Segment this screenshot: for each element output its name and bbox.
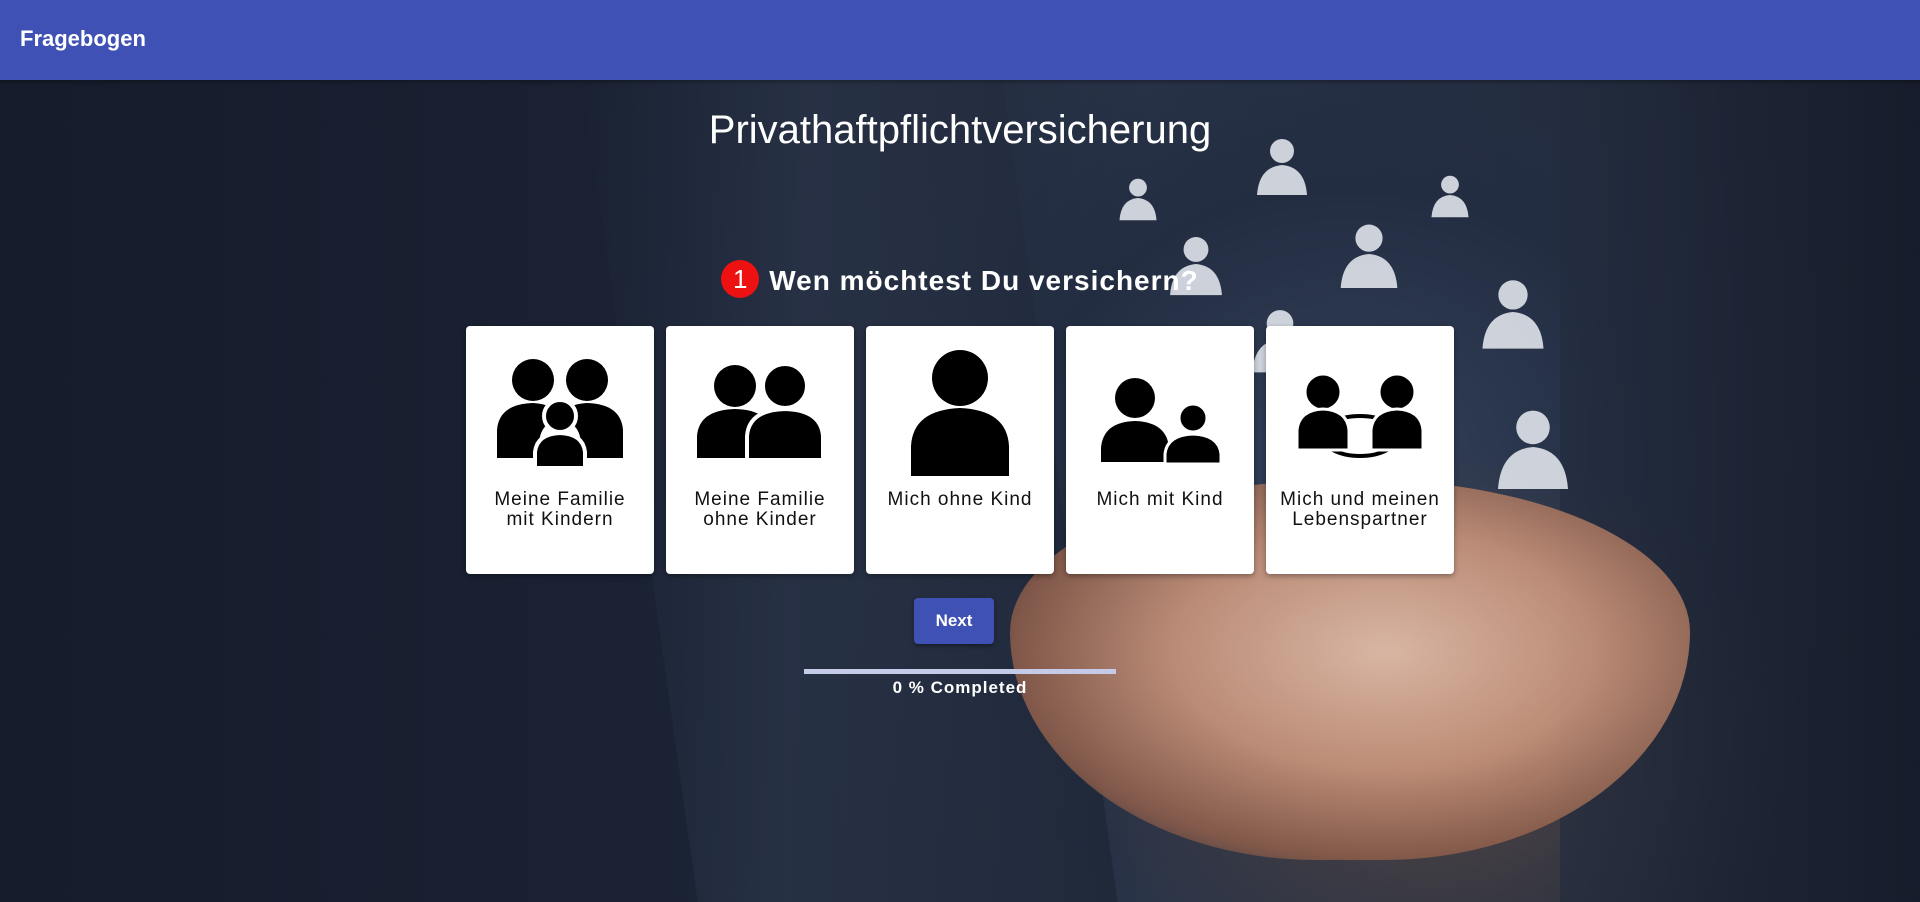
parent-with-child-icon <box>1090 348 1230 478</box>
single-person-icon <box>890 348 1030 478</box>
option-family-without-children[interactable]: Meine Familie ohne Kinder <box>666 326 854 574</box>
option-me-without-child[interactable]: Mich ohne Kind <box>866 326 1054 574</box>
option-label: Mich ohne Kind <box>887 489 1033 510</box>
page-title: Privathaftpflichtversicherung <box>708 108 1212 152</box>
partners-connected-icon <box>1290 348 1430 478</box>
question-heading: 1 Wen möchtest Du versichern? <box>0 260 1920 298</box>
background-person-icon <box>1431 175 1469 218</box>
question-text: Wen möchtest Du versichern? <box>769 265 1199 296</box>
option-label: Meine Familie mit Kindern <box>494 489 626 530</box>
option-label: Mich und meinen Lebenspartner <box>1280 489 1440 530</box>
options-group: Meine Familie mit Kindern Meine Familie … <box>466 326 1454 574</box>
option-family-with-children[interactable]: Meine Familie mit Kindern <box>466 326 654 574</box>
next-button[interactable]: Next <box>914 598 994 644</box>
family-with-child-icon <box>490 348 630 478</box>
progress-bar <box>804 669 1116 674</box>
question-number-badge: 1 <box>721 260 760 298</box>
option-label: Meine Familie ohne Kinder <box>694 489 826 530</box>
background-person-icon <box>1119 178 1157 221</box>
app-bar: Fragebogen <box>0 0 1920 80</box>
option-me-and-partner[interactable]: Mich und meinen Lebenspartner <box>1266 326 1454 574</box>
progress-text: 0 % Completed <box>892 678 1028 697</box>
background-person-icon <box>1498 410 1568 489</box>
couple-icon <box>690 348 830 478</box>
app-title: Fragebogen <box>20 26 146 51</box>
option-label: Mich mit Kind <box>1096 489 1224 510</box>
option-me-with-child[interactable]: Mich mit Kind <box>1066 326 1254 574</box>
